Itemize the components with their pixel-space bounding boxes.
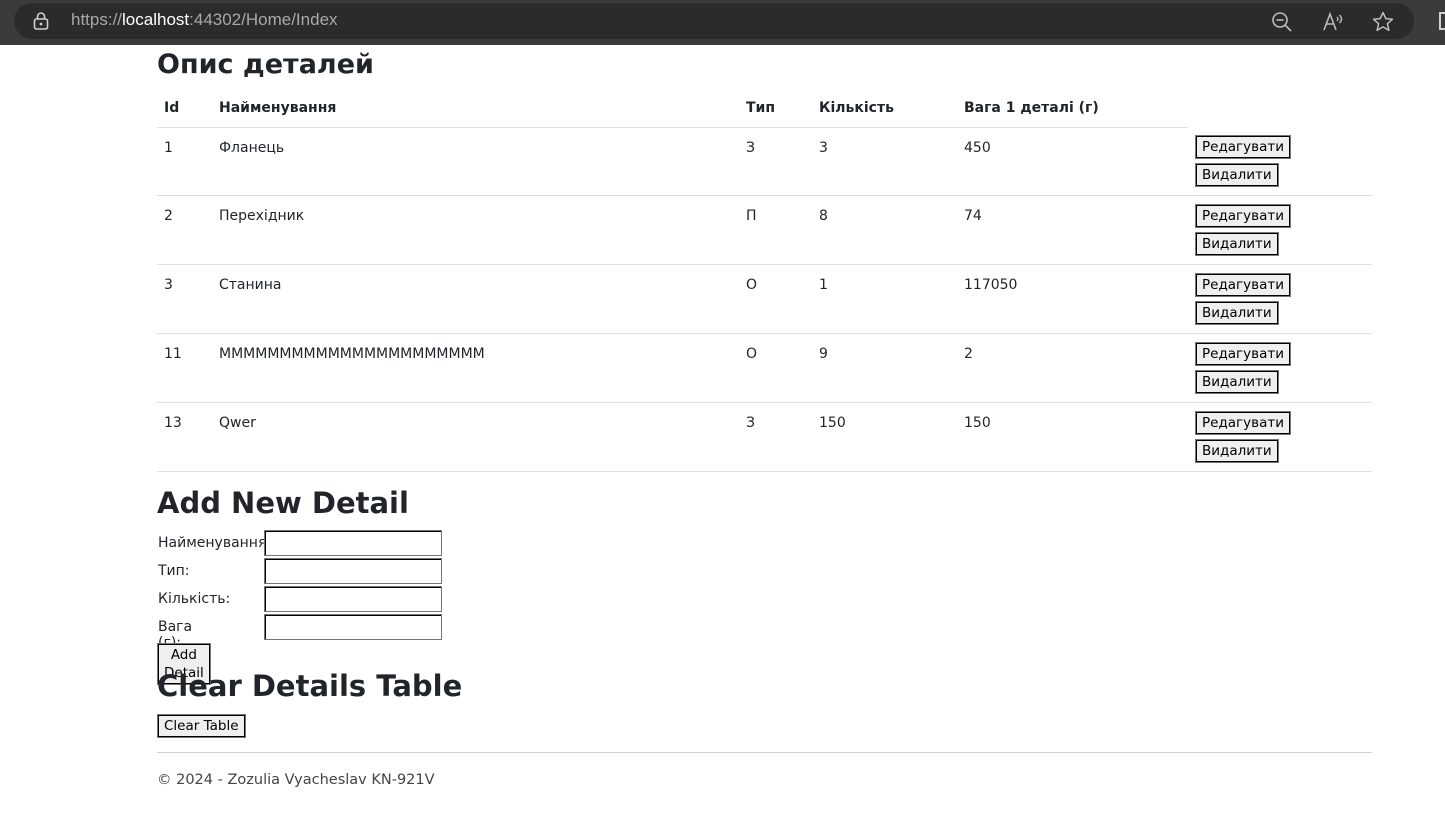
table-row: 2 Перехідник П 8 74 Редагувати Видалити [157, 195, 1372, 265]
cell-qty: 9 [812, 333, 957, 403]
edit-button[interactable]: Редагувати [1195, 272, 1292, 297]
cell-weight: 150 [957, 402, 1188, 472]
lock-icon[interactable] [33, 12, 49, 30]
page-title: Опис деталей [157, 49, 374, 80]
name-label: Найменування: [158, 535, 272, 551]
cell-id: 3 [157, 264, 212, 334]
cell-weight: 450 [957, 127, 1188, 196]
cell-name: Станина [212, 264, 739, 334]
cell-weight: 117050 [957, 264, 1188, 334]
qty-input[interactable] [264, 586, 442, 612]
clear-table-button[interactable]: Clear Table [157, 714, 246, 738]
cell-id: 13 [157, 402, 212, 472]
type-label: Тип: [158, 563, 190, 579]
delete-button[interactable]: Видалити [1195, 300, 1279, 325]
add-detail-title: Add New Detail [157, 486, 409, 520]
cell-name: Фланець [212, 127, 739, 196]
cell-type: О [739, 264, 812, 334]
cell-id: 11 [157, 333, 212, 403]
cell-weight: 2 [957, 333, 1188, 403]
cell-qty: 1 [812, 264, 957, 334]
edit-button[interactable]: Редагувати [1195, 410, 1292, 435]
qty-label: Кількість: [158, 591, 231, 607]
cell-type: П [739, 195, 812, 265]
url-text[interactable]: https://localhost:44302/Home/Index [71, 10, 338, 30]
cell-name: MMMMMMMMMMMMMMMMMMMMMM [212, 333, 739, 403]
url-host: localhost [122, 10, 190, 29]
table-row: 13 Qwer З 150 150 Редагувати Видалити [157, 402, 1372, 472]
delete-button[interactable]: Видалити [1195, 231, 1279, 256]
name-input[interactable] [264, 530, 442, 556]
read-aloud-icon[interactable] [1321, 10, 1345, 34]
column-header-qty: Кількість [812, 90, 957, 128]
edit-button[interactable]: Редагувати [1195, 341, 1292, 366]
column-header-actions [1188, 90, 1372, 127]
cell-weight: 74 [957, 195, 1188, 265]
footer-text: © 2024 - Zozulia Vyacheslav KN-921V [157, 772, 435, 788]
table-row: 1 Фланець З 3 450 Редагувати Видалити [157, 127, 1372, 196]
delete-button[interactable]: Видалити [1195, 438, 1279, 463]
details-table: Id Найменування Тип Кількість Вага 1 дет… [157, 90, 1372, 472]
window-edge-icon [1439, 12, 1445, 30]
cell-qty: 150 [812, 402, 957, 472]
delete-button[interactable]: Видалити [1195, 369, 1279, 394]
cell-name: Qwer [212, 402, 739, 472]
cell-type: З [739, 127, 812, 196]
table-row: 11 MMMMMMMMMMMMMMMMMMMMMM О 9 2 Редагува… [157, 333, 1372, 403]
footer-divider [157, 752, 1372, 753]
edit-button[interactable]: Редагувати [1195, 135, 1292, 159]
edit-button[interactable]: Редагувати [1195, 203, 1292, 228]
zoom-out-icon[interactable] [1270, 10, 1294, 34]
favorite-star-icon[interactable] [1371, 10, 1395, 34]
cell-qty: 8 [812, 195, 957, 265]
delete-button[interactable]: Видалити [1195, 163, 1279, 187]
cell-qty: 3 [812, 127, 957, 196]
url-path: :44302/Home/Index [189, 10, 338, 29]
table-row: 3 Станина О 1 117050 Редагувати Видалити [157, 264, 1372, 334]
cell-actions: Редагувати Видалити [1188, 402, 1372, 472]
column-header-id: Id [157, 90, 212, 128]
cell-name: Перехідник [212, 195, 739, 265]
cell-id: 1 [157, 127, 212, 196]
browser-toolbar: https://localhost:44302/Home/Index [0, 0, 1445, 45]
cell-actions: Редагувати Видалити [1188, 195, 1372, 265]
type-input[interactable] [264, 558, 442, 584]
column-header-weight: Вага 1 деталі (г) [957, 90, 1188, 128]
cell-id: 2 [157, 195, 212, 265]
cell-actions: Редагувати Видалити [1188, 264, 1372, 334]
column-header-type: Тип [739, 90, 812, 128]
cell-type: З [739, 402, 812, 472]
cell-type: О [739, 333, 812, 403]
cell-actions: Редагувати Видалити [1188, 333, 1372, 403]
column-header-name: Найменування [212, 90, 739, 128]
cell-actions: Редагувати Видалити [1188, 127, 1372, 196]
url-scheme: https:// [71, 10, 123, 29]
table-header-row: Id Найменування Тип Кількість Вага 1 дет… [157, 90, 1372, 128]
weight-input[interactable] [264, 614, 442, 640]
clear-table-title: Clear Details Table [157, 669, 463, 703]
